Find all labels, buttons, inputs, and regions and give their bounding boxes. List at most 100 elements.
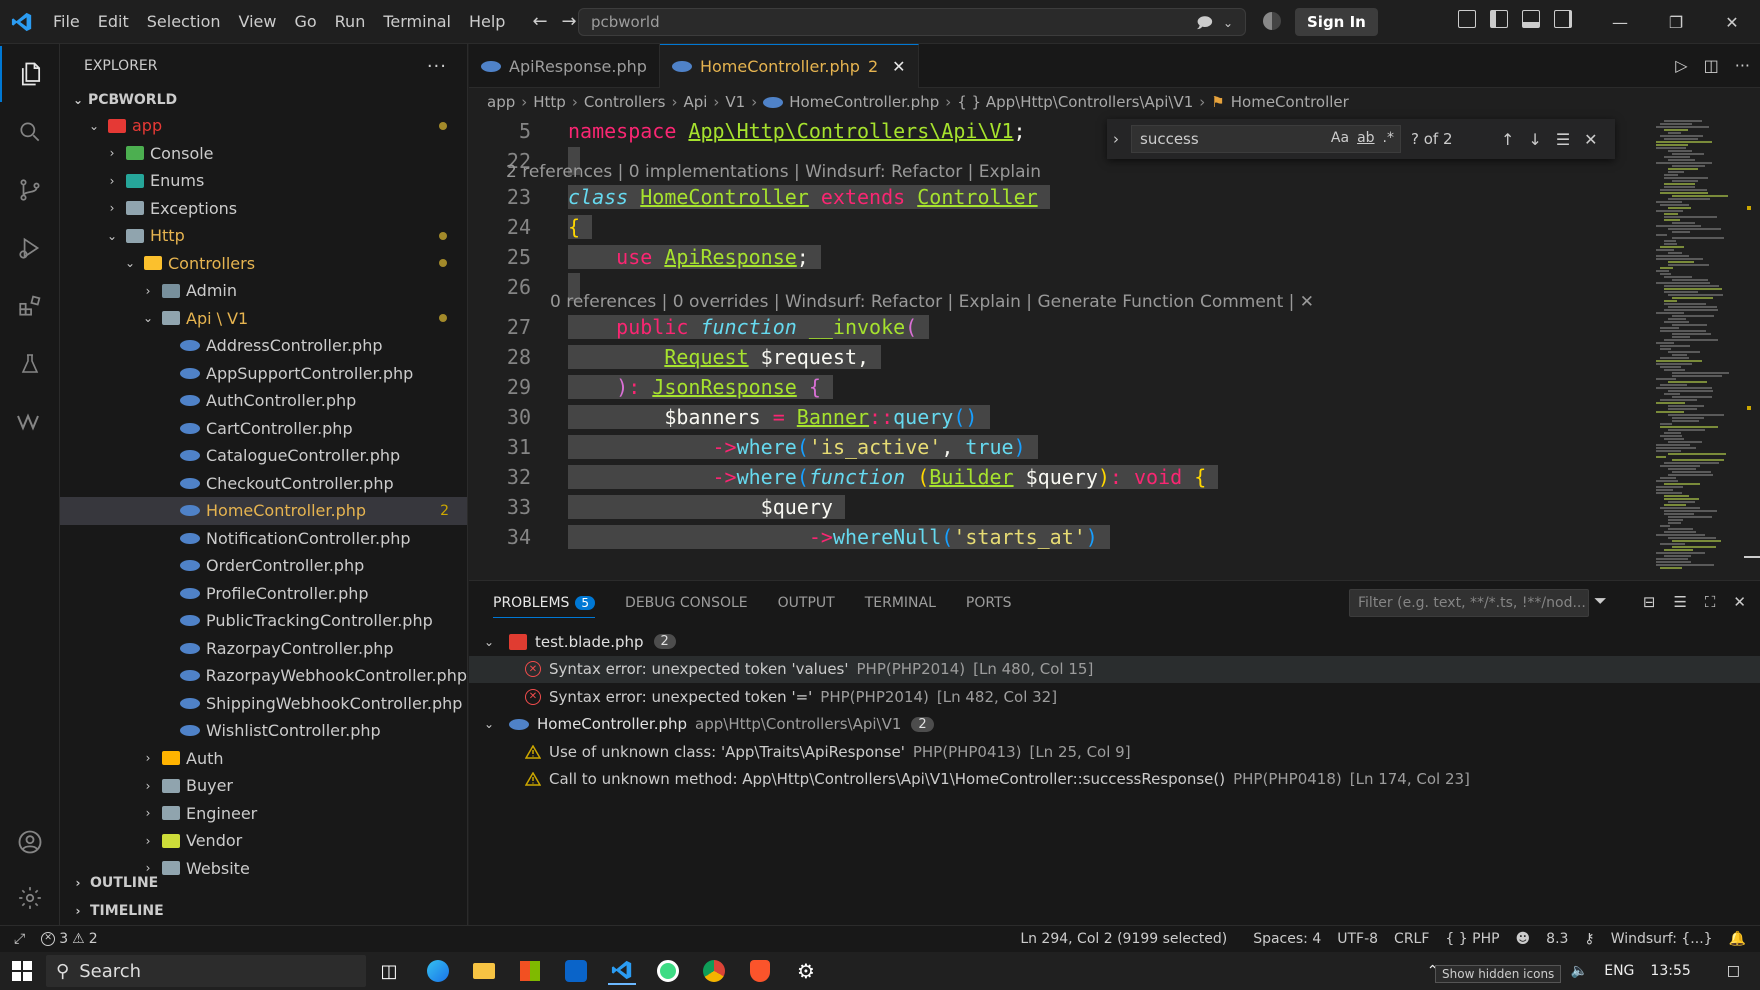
windsurf-icon[interactable] [0, 394, 60, 450]
cursor-position[interactable]: Ln 294, Col 2 (9199 selected) [1012, 931, 1235, 947]
regex-icon[interactable]: .* [1383, 130, 1394, 146]
menu-go[interactable]: Go [285, 0, 325, 44]
edge-browser-icon[interactable] [424, 957, 452, 985]
chat-icon[interactable]: 🗩 [1196, 13, 1213, 38]
find-in-selection-icon[interactable]: ☰ [1556, 130, 1570, 149]
crumb-app[interactable]: app [487, 93, 515, 111]
notifications-bell-icon[interactable]: 🔔 [1721, 931, 1760, 947]
folder-item[interactable]: › Console [60, 140, 467, 168]
file-item[interactable]: AuthController.php [60, 387, 467, 415]
view-as-list-icon[interactable]: ☰ [1673, 593, 1686, 611]
menu-run[interactable]: Run [326, 0, 375, 44]
toggle-replace-icon[interactable]: › [1113, 130, 1131, 148]
folder-item[interactable]: › Auth [60, 745, 467, 773]
file-item[interactable]: HomeController.php 2 [60, 497, 467, 525]
tab-debug-console[interactable]: DEBUG CONSOLE [625, 595, 748, 611]
folder-item[interactable]: › Engineer [60, 800, 467, 828]
file-item[interactable]: PublicTrackingController.php [60, 607, 467, 635]
split-editor-icon[interactable]: ◫ [1704, 56, 1719, 75]
minimap[interactable] [1652, 116, 1744, 580]
file-item[interactable]: ProfileController.php [60, 580, 467, 608]
eol[interactable]: CRLF [1386, 931, 1437, 947]
toggle-panel-icon[interactable] [1522, 10, 1540, 28]
sign-in-button[interactable]: Sign In [1295, 8, 1378, 36]
close-panel-icon[interactable]: ✕ [1733, 593, 1746, 611]
clock[interactable]: 13:55 [1650, 963, 1690, 979]
menu-help[interactable]: Help [460, 0, 514, 44]
problem-item[interactable]: Call to unknown method: App\Http\Control… [469, 766, 1760, 793]
more-actions-icon[interactable]: ··· [427, 56, 447, 77]
file-item[interactable]: CartController.php [60, 415, 467, 443]
maximize-panel-icon[interactable]: ⛶ [1705, 593, 1716, 611]
folder-item[interactable]: ⌄ Http [60, 222, 467, 250]
file-item[interactable]: ShippingWebhookController.php [60, 690, 467, 718]
manage-gear-icon[interactable] [0, 870, 60, 926]
next-match-icon[interactable]: ↓ [1528, 130, 1541, 149]
toggle-secondary-sidebar-icon[interactable] [1554, 10, 1572, 28]
folder-item[interactable]: › Buyer [60, 772, 467, 800]
tab-ports[interactable]: PORTS [966, 595, 1012, 611]
whole-word-icon[interactable]: ab [1357, 130, 1374, 146]
crumb-namespace[interactable]: { } App\Http\Controllers\Api\V1 [957, 93, 1193, 111]
file-item[interactable]: NotificationController.php [60, 525, 467, 553]
encoding[interactable]: UTF-8 [1329, 931, 1386, 947]
crumb-class[interactable]: HomeController [1231, 93, 1349, 111]
taskbar-search[interactable]: ⚲ Search [46, 955, 366, 987]
android-studio-icon[interactable] [654, 957, 682, 985]
run-debug-icon[interactable] [0, 220, 60, 276]
folder-item[interactable]: ⌄ app [60, 112, 467, 140]
tab-output[interactable]: OUTPUT [778, 595, 835, 611]
menu-selection[interactable]: Selection [138, 0, 230, 44]
folder-item[interactable]: ⌄ Api \ V1 [60, 305, 467, 333]
crumb-api[interactable]: Api [683, 93, 707, 111]
editor-scrollbar[interactable] [1744, 116, 1760, 580]
problem-file-group[interactable]: ⌄ test.blade.php 2 [469, 628, 1760, 655]
windows-start-icon[interactable] [8, 957, 36, 985]
project-root[interactable]: ⌄ PCBWORLD [60, 88, 467, 112]
file-explorer-icon[interactable] [470, 957, 498, 985]
run-icon[interactable]: ▷ [1675, 56, 1687, 75]
settings-gear-icon[interactable]: ⚙ [792, 957, 820, 985]
source-control-icon[interactable] [0, 162, 60, 218]
explorer-icon[interactable] [0, 46, 60, 102]
menu-edit[interactable]: Edit [89, 0, 138, 44]
volume-icon[interactable]: 🔈 [1571, 963, 1588, 979]
folder-item[interactable]: › Admin [60, 277, 467, 305]
windsurf-status[interactable]: Windsurf: {...} [1603, 931, 1721, 947]
find-input[interactable]: success Aa ab .* [1131, 125, 1401, 153]
menu-view[interactable]: View [230, 0, 286, 44]
file-item[interactable]: AppSupportController.php [60, 360, 467, 388]
crumb-controllers[interactable]: Controllers [584, 93, 666, 111]
tab-problems[interactable]: PROBLEMS 5 [493, 589, 596, 618]
filter-icon[interactable]: ⏷ [1594, 591, 1607, 611]
forward-arrow-icon[interactable]: → [562, 11, 577, 32]
codelens-class[interactable]: 2 references | 0 implementations | Winds… [506, 162, 1041, 182]
file-item[interactable]: AddressController.php [60, 332, 467, 360]
task-view-icon[interactable]: ◫ [375, 957, 403, 985]
language-mode[interactable]: { } PHP [1437, 931, 1507, 947]
accounts-status-icon[interactable] [1263, 12, 1281, 30]
remote-icon[interactable]: ⤢ [0, 931, 33, 947]
outline-section[interactable]: › OUTLINE [60, 869, 467, 897]
problems-status[interactable]: ✕ 3 ⚠ 2 [33, 931, 105, 947]
input-language[interactable]: ENG [1604, 963, 1634, 979]
close-find-icon[interactable]: ✕ [1584, 130, 1597, 149]
menu-file[interactable]: File [44, 0, 89, 44]
folder-item[interactable]: › Enums [60, 167, 467, 195]
file-item[interactable]: RazorpayWebhookController.php [60, 662, 467, 690]
problem-file-group[interactable]: ⌄ HomeController.php app\Http\Controllers\… [469, 711, 1760, 738]
file-item[interactable]: RazorpayController.php [60, 635, 467, 663]
crumb-file[interactable]: HomeController.php [789, 93, 939, 111]
tab-terminal[interactable]: TERMINAL [865, 595, 936, 611]
file-item[interactable]: CatalogueController.php [60, 442, 467, 470]
restore-icon[interactable]: ❐ [1648, 13, 1704, 32]
code-editor[interactable]: 5 namespace App\Http\Controllers\Api\V1;… [469, 116, 1649, 580]
crumb-http[interactable]: Http [533, 93, 566, 111]
command-center[interactable]: pcbworld 🗩 ⌄ [578, 8, 1246, 36]
file-item[interactable]: CheckoutController.php [60, 470, 467, 498]
vscode-taskbar-icon[interactable] [608, 957, 636, 985]
timeline-section[interactable]: › TIMELINE [60, 897, 467, 925]
outlook-icon[interactable] [562, 957, 590, 985]
close-window-icon[interactable]: ✕ [1704, 13, 1760, 32]
codelens-function[interactable]: 0 references | 0 overrides | Windsurf: R… [550, 292, 1314, 312]
